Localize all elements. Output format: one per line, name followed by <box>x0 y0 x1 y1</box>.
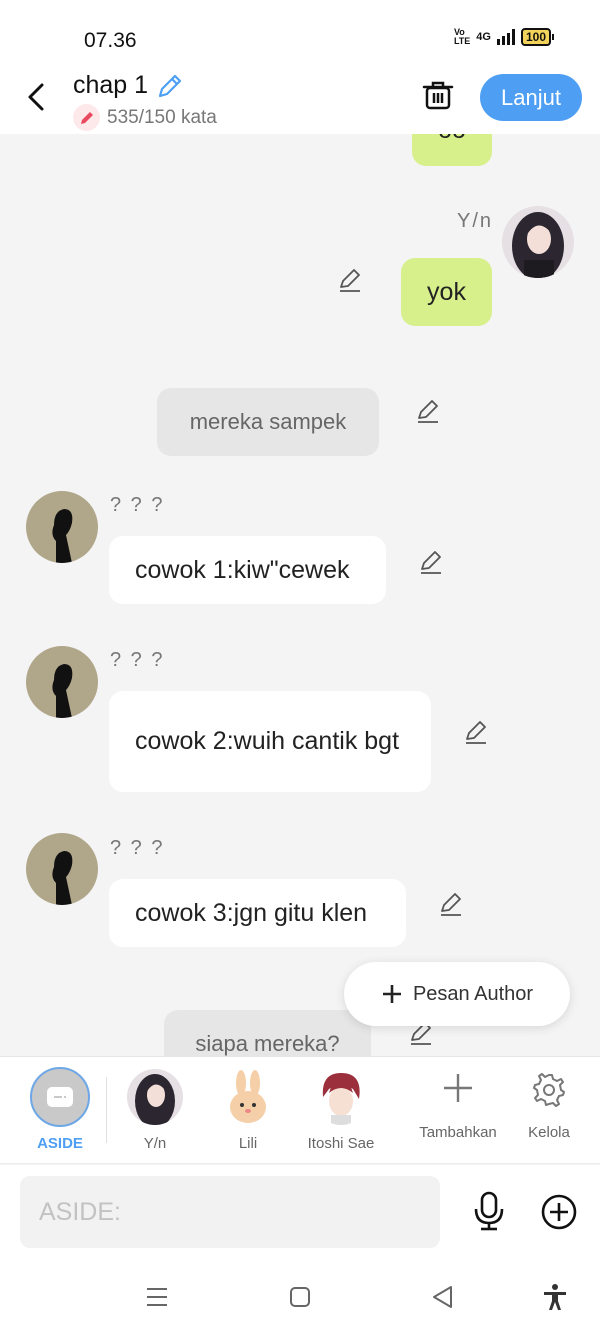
divider <box>106 1077 107 1143</box>
next-button[interactable]: Lanjut <box>480 74 582 121</box>
volte-icon: Vo LTE <box>453 27 471 46</box>
avatar-yn[interactable] <box>502 206 574 278</box>
author-message-label: Pesan Author <box>412 982 534 1005</box>
chapter-title-row[interactable]: chap 1 <box>73 71 184 100</box>
add-character-label: Tambahkan <box>419 1124 497 1141</box>
back-triangle-icon[interactable] <box>429 1283 457 1311</box>
edit-message-icon[interactable] <box>415 398 441 424</box>
character-bar: ASIDE Y/n Lili Itoshi Sae Tambahkan Kelo… <box>0 1056 600 1164</box>
accessibility-icon[interactable] <box>541 1283 569 1311</box>
sender-name: ? ? ? <box>110 649 165 671</box>
battery-icon: 100 <box>520 28 554 46</box>
edit-message-icon[interactable] <box>418 549 444 575</box>
avatar-unknown[interactable] <box>26 833 98 905</box>
plus-icon <box>444 1074 472 1102</box>
pencil-icon[interactable] <box>156 72 184 100</box>
avatar <box>127 1069 183 1125</box>
status-time: 07.36 <box>84 29 137 52</box>
trash-icon[interactable] <box>421 78 455 112</box>
sender-name: ? ? ? <box>110 837 165 859</box>
word-count-row: 535/150 kata <box>73 104 217 131</box>
manage-characters-label: Kelola <box>528 1124 570 1141</box>
message-input[interactable] <box>20 1176 440 1248</box>
chapter-title: chap 1 <box>73 71 149 99</box>
menu-icon[interactable] <box>143 1283 171 1311</box>
network-type: 4G <box>476 31 491 43</box>
message-bubble[interactable]: cowok 3:jgn gitu klen <box>109 879 406 947</box>
mic-icon[interactable] <box>470 1191 508 1231</box>
back-arrow-icon[interactable] <box>20 80 54 114</box>
aside-chat-icon <box>30 1067 90 1127</box>
edit-message-icon[interactable] <box>337 267 363 293</box>
sender-name: ? ? ? <box>110 494 165 516</box>
system-nav-bar <box>0 1259 600 1333</box>
status-icons: Vo LTE 4G 100 <box>454 28 554 46</box>
author-message-button[interactable]: Pesan Author <box>344 962 570 1026</box>
avatar <box>313 1069 369 1125</box>
character-label: Lili <box>238 1135 258 1152</box>
message-bubble[interactable]: cowok 1:kiw"cewek <box>109 536 386 604</box>
character-label: Y/n <box>143 1135 167 1152</box>
home-square-icon[interactable] <box>286 1283 314 1311</box>
edit-message-icon[interactable] <box>463 719 489 745</box>
edit-message-icon[interactable] <box>438 891 464 917</box>
plus-icon <box>382 985 401 1003</box>
avatar-unknown[interactable] <box>26 646 98 718</box>
character-label: ASIDE <box>37 1135 83 1152</box>
add-character-button[interactable]: Tambahkan <box>413 1057 503 1165</box>
status-bar: 07.36 Vo LTE 4G 100 <box>0 0 600 66</box>
character-label: Itoshi Sae <box>307 1135 375 1152</box>
character-aside[interactable]: ASIDE <box>15 1057 105 1165</box>
character-yn[interactable]: Y/n <box>110 1057 200 1165</box>
signal-icon <box>496 29 515 45</box>
word-count: 535/150 kata <box>107 106 217 128</box>
editor-header: chap 1 535/150 kata Lanjut <box>0 66 600 134</box>
character-itoshi-sae[interactable]: Itoshi Sae <box>296 1057 386 1165</box>
avatar <box>220 1069 276 1125</box>
aside-bubble[interactable]: mereka sampek <box>157 388 379 456</box>
composer-bar <box>0 1165 600 1259</box>
manage-characters-button[interactable]: Kelola <box>504 1057 594 1165</box>
word-count-pencil-icon <box>73 104 100 131</box>
avatar-unknown[interactable] <box>26 491 98 563</box>
character-lili[interactable]: Lili <box>203 1057 293 1165</box>
message-bubble[interactable]: oo <box>412 134 492 166</box>
message-bubble[interactable]: yok <box>401 258 492 326</box>
gear-icon <box>533 1073 565 1107</box>
message-bubble[interactable]: cowok 2:wuih cantik bgt <box>109 691 431 792</box>
plus-circle-icon[interactable] <box>540 1193 578 1231</box>
sender-name: Y/n <box>457 210 494 232</box>
chat-area[interactable]: oo Y/n yok mereka sampek ? ? ? cowok 1:k… <box>0 134 600 1056</box>
aside-bubble[interactable]: siapa mereka? <box>164 1010 371 1056</box>
